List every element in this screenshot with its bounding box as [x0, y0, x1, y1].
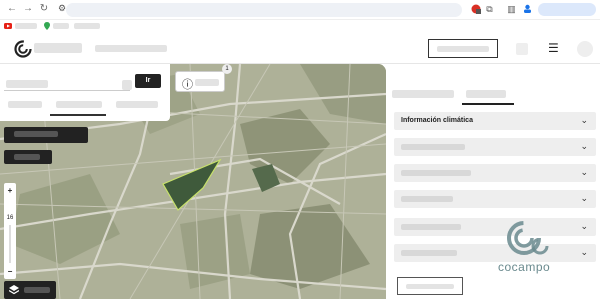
- active-tab-indicator: [50, 114, 106, 116]
- header-subtitle: [95, 45, 167, 52]
- panel-action-button[interactable]: [397, 277, 463, 295]
- layers-icon: [9, 285, 19, 295]
- info-count-badge: 1: [222, 64, 232, 74]
- layers-label: [24, 287, 50, 293]
- zoom-control: + 16 −: [4, 183, 16, 279]
- active-panel-tab-indicator: [462, 103, 514, 105]
- info-icon: ⓘ: [182, 79, 193, 91]
- browser-toolbar: ← → ↻ ⚙ ⧉ ▥: [0, 0, 600, 20]
- youtube-icon: [4, 22, 12, 29]
- layers-button[interactable]: [4, 281, 56, 299]
- input-underline: [4, 90, 130, 91]
- hamburger-menu-icon[interactable]: ☰: [548, 42, 560, 54]
- zoom-slider-track[interactable]: [9, 225, 11, 263]
- puzzle-icon[interactable]: ⧉: [484, 4, 495, 15]
- header-action-button[interactable]: [428, 39, 498, 58]
- watermark-text: cocampo: [498, 260, 551, 274]
- panel-action-label: [406, 284, 454, 289]
- avatar[interactable]: [577, 41, 593, 57]
- brand-name: [34, 43, 82, 53]
- profile-icon[interactable]: [522, 4, 533, 15]
- sidepanel-icon[interactable]: ▥: [506, 4, 517, 15]
- accordion-climate-info[interactable]: Información climática ⌄: [394, 112, 596, 130]
- header-icon-button[interactable]: [516, 43, 528, 55]
- bookmark-item[interactable]: [74, 21, 100, 30]
- accordion-item[interactable]: ⌄: [394, 164, 596, 182]
- map-label-chip[interactable]: [4, 127, 88, 143]
- field-info-chip[interactable]: ⓘ: [175, 71, 225, 92]
- accordion-item[interactable]: ⌄: [394, 190, 596, 208]
- bookmark-label: [15, 22, 37, 29]
- back-button[interactable]: ←: [6, 3, 18, 15]
- accordion-item[interactable]: ⌄: [394, 244, 596, 262]
- address-bar[interactable]: ⚙: [58, 3, 462, 17]
- logo-icon[interactable]: [14, 40, 32, 58]
- map-pin-icon: [44, 21, 50, 30]
- go-button[interactable]: Ir: [135, 74, 161, 88]
- accordion-item[interactable]: ⌄: [394, 218, 596, 236]
- map-label-chip[interactable]: [4, 150, 52, 164]
- bookmarks-bar: [0, 20, 600, 32]
- zoom-in-button[interactable]: +: [4, 186, 16, 196]
- chevron-down-icon: ⌄: [580, 247, 588, 257]
- accordion-item[interactable]: ⌄: [394, 138, 596, 156]
- zoom-level: 16: [6, 215, 14, 221]
- info-chip-label: [195, 79, 219, 86]
- header-button-label: [437, 46, 489, 52]
- search-tab-3[interactable]: [116, 101, 158, 113]
- bookmark-label: [74, 22, 100, 29]
- search-tab-1[interactable]: [8, 101, 42, 113]
- chevron-down-icon: ⌄: [580, 141, 588, 151]
- bookmark-label: [53, 22, 69, 29]
- clear-icon[interactable]: [122, 80, 132, 90]
- forward-button[interactable]: →: [22, 3, 34, 15]
- app-header: [0, 32, 600, 64]
- search-input[interactable]: [6, 80, 48, 88]
- reload-button[interactable]: ↻: [38, 3, 50, 15]
- panel-tab-2[interactable]: [466, 90, 506, 98]
- chevron-down-icon: ⌄: [580, 167, 588, 177]
- extension-icon[interactable]: [470, 4, 481, 15]
- zoom-out-button[interactable]: −: [4, 267, 16, 277]
- chevron-down-icon: ⌄: [580, 193, 588, 203]
- bookmark-maps[interactable]: [44, 21, 69, 30]
- bookmark-youtube[interactable]: [4, 21, 37, 30]
- accordion-label: Información climática: [401, 117, 473, 124]
- profile-chip[interactable]: [538, 3, 596, 16]
- panel-tab-1[interactable]: [392, 90, 454, 98]
- chevron-down-icon: ⌄: [580, 221, 588, 231]
- site-settings-icon[interactable]: ⚙: [58, 3, 66, 14]
- search-tab-2[interactable]: [56, 101, 102, 113]
- chevron-down-icon: ⌄: [580, 115, 588, 125]
